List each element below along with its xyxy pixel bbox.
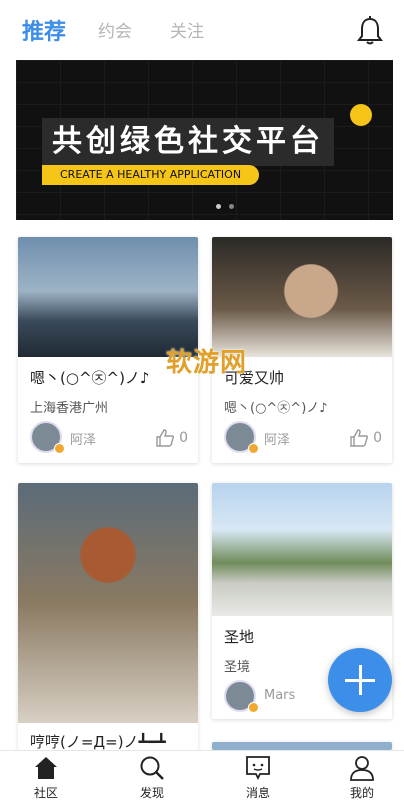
banner-dot[interactable] (229, 204, 234, 209)
message-icon (246, 756, 270, 781)
like-button[interactable]: 0 (155, 429, 188, 447)
home-icon (35, 757, 57, 779)
nav-label: 社区 (33, 786, 58, 800)
post-title: 嗯丶(○^㉨^)ノ♪ (30, 369, 150, 387)
verified-badge (248, 702, 259, 713)
top-header: 推荐 约会 关注 (0, 0, 404, 60)
bell-icon[interactable] (356, 16, 384, 46)
author-name[interactable]: 阿泽 (70, 429, 96, 448)
watermark: 软游网 (166, 348, 248, 378)
banner-title: 共创绿色社交平台 (42, 118, 334, 166)
tab-dating[interactable]: 约会 (98, 17, 132, 42)
banner-dot[interactable] (216, 204, 221, 209)
author-name[interactable]: Mars (264, 688, 295, 703)
user-icon (350, 756, 374, 781)
post-image (18, 483, 198, 723)
like-button[interactable]: 0 (349, 429, 382, 447)
nav-item-profile[interactable]: 我的 (322, 755, 402, 801)
nav-item-discover[interactable]: 发现 (112, 755, 192, 801)
banner-subtitle: CREATE A HEALTHY APPLICATION (42, 165, 260, 185)
thumbs-up-icon (156, 429, 175, 447)
verified-badge (248, 443, 259, 454)
tab-following[interactable]: 关注 (170, 17, 204, 42)
post-image (212, 483, 392, 616)
search-icon (140, 756, 164, 780)
tab-recommend[interactable]: 推荐 (22, 14, 66, 46)
nav-label: 我的 (349, 786, 374, 800)
banner-pagination (216, 204, 234, 209)
nav-label: 消息 (245, 786, 270, 800)
thumbs-up-icon (350, 429, 369, 447)
post-title: 哼哼(ノ=Д=)ノ┻━┻ (30, 733, 166, 750)
post-card[interactable] (212, 742, 392, 750)
post-title: 圣地 (224, 628, 255, 646)
post-image (212, 237, 392, 357)
promo-banner[interactable]: 共创绿色社交平台 CREATE A HEALTHY APPLICATION (16, 60, 393, 220)
post-subtitle: 圣境 (224, 660, 251, 675)
like-count: 0 (373, 430, 382, 446)
add-post-button[interactable] (328, 648, 392, 712)
author-name[interactable]: 阿泽 (264, 429, 290, 448)
post-subtitle: 嗯丶(○^㉨^)ノ♪ (224, 401, 328, 416)
like-count: 0 (179, 430, 188, 446)
post-card[interactable]: 哼哼(ノ=Д=)ノ┻━┻ (18, 483, 198, 750)
nav-label: 发现 (139, 786, 164, 800)
banner-decoration (350, 104, 372, 126)
verified-badge (54, 443, 65, 454)
nav-item-community[interactable]: 社区 (6, 755, 86, 801)
nav-item-messages[interactable]: 消息 (218, 755, 298, 801)
post-image (18, 237, 198, 357)
post-subtitle: 上海香港广州 (30, 401, 109, 416)
bottom-nav: 社区 发现 消息 我的 (0, 750, 404, 804)
